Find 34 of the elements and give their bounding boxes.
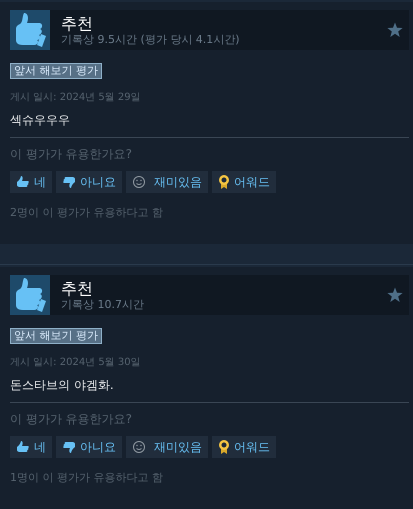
smiley-icon: [132, 440, 146, 454]
helpful-question: 이 평가가 유용한가요?: [10, 146, 133, 162]
helpful-count: 1명이 이 평가가 유용하다고 함: [10, 471, 164, 486]
helpful-count: 2명이 이 평가가 유용하다고 함: [10, 206, 164, 221]
thumbs-up-icon: [10, 10, 50, 50]
thumbs-up-icon: [16, 175, 30, 189]
thumbs-down-icon: [62, 175, 76, 189]
playtime-text: 기록상 10.7시간: [61, 298, 145, 312]
medal-icon: [218, 174, 230, 190]
verdict-title: 추천: [61, 278, 94, 298]
review-text: 돈스타브의 야겜화.: [10, 377, 115, 393]
posted-date: 게시 일시: 2024년 5월 30일: [10, 356, 142, 369]
no-button[interactable]: 아니요: [56, 171, 122, 193]
early-access-badge: 앞서 해보기 평가: [10, 328, 102, 344]
award-button[interactable]: 어워드: [212, 171, 276, 193]
thumbs-up-icon: [10, 275, 50, 315]
funny-button[interactable]: 재미있음: [126, 436, 208, 458]
helpful-question: 이 평가가 유용한가요?: [10, 411, 133, 427]
award-button[interactable]: 어워드: [212, 436, 276, 458]
yes-button[interactable]: 네: [10, 171, 52, 193]
posted-date: 게시 일시: 2024년 5월 29일: [10, 91, 142, 104]
playtime-text: 기록상 9.5시간 (평가 당시 4.1시간): [61, 32, 241, 46]
yes-button[interactable]: 네: [10, 436, 52, 458]
funny-button[interactable]: 재미있음: [126, 171, 208, 193]
review-text: 섹슈우우우: [10, 112, 71, 128]
star-icon: [387, 287, 403, 303]
medal-icon: [218, 439, 230, 455]
star-icon: [387, 22, 403, 38]
no-button[interactable]: 아니요: [56, 436, 122, 458]
early-access-badge: 앞서 해보기 평가: [10, 63, 102, 79]
thumbs-up-icon: [16, 440, 30, 454]
verdict-title: 추천: [61, 14, 94, 32]
smiley-icon: [132, 175, 146, 189]
thumbs-down-icon: [62, 440, 76, 454]
